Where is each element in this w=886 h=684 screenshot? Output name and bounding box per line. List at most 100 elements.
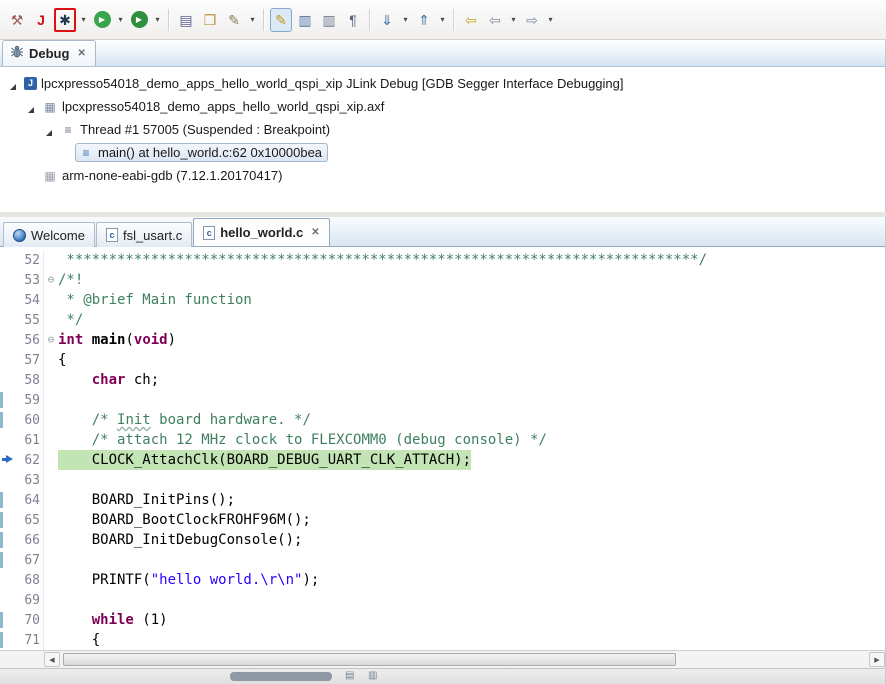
previous-annotation-dropdown[interactable]: ▾ (437, 8, 448, 32)
forward-icon[interactable]: ⇨ (521, 8, 543, 32)
code-text[interactable]: { (58, 630, 100, 650)
run-external-icon[interactable]: ▶ (128, 8, 150, 32)
code-text[interactable]: CLOCK_AttachClk(BOARD_DEBUG_UART_CLK_ATT… (58, 450, 471, 470)
link-editor-dropdown[interactable]: ▾ (247, 8, 258, 32)
code-line: 56⊖int main(void) (0, 330, 885, 350)
code-line: 62 CLOCK_AttachClk(BOARD_DEBUG_UART_CLK_… (0, 450, 885, 470)
debug-bug-icon[interactable]: ✱ (54, 8, 76, 32)
code-text[interactable]: { (58, 350, 66, 370)
tree-item-label: lpcxpresso54018_demo_apps_hello_world_qs… (62, 99, 384, 114)
fold-collapse-icon[interactable]: ⊖ (43, 330, 58, 350)
line-number: 67 (16, 553, 43, 568)
back-icon[interactable]: ⇦ (484, 8, 506, 32)
expander-icon[interactable] (24, 100, 37, 113)
fold-ruler (43, 430, 58, 450)
quickdiff-mark-icon (0, 612, 3, 628)
line-number: 61 (16, 433, 43, 448)
segger-tool-icon[interactable]: ⚒ (6, 8, 28, 32)
resume-dropdown[interactable]: ▾ (115, 8, 126, 32)
tab-welcome[interactable]: Welcome (3, 222, 95, 247)
annotation-ruler (0, 450, 16, 470)
line-number: 55 (16, 313, 43, 328)
debug-view-tabbar: Debug ✕ (0, 40, 885, 67)
expander-icon[interactable] (6, 77, 19, 90)
code-line: 70 while (1) (0, 610, 885, 630)
code-text[interactable]: int main(void) (58, 330, 176, 350)
fold-ruler (43, 610, 58, 630)
back-dropdown[interactable]: ▾ (508, 8, 519, 32)
code-editor[interactable]: 52 *************************************… (0, 247, 885, 650)
code-text[interactable]: ****************************************… (58, 250, 707, 270)
tab-hello-world-c[interactable]: chello_world.c✕ (193, 218, 329, 246)
last-edit-location-icon[interactable]: ⇦ (460, 8, 482, 32)
fold-collapse-icon[interactable]: ⊖ (43, 270, 58, 290)
tab-debug[interactable]: Debug ✕ (2, 40, 96, 66)
show-annotations-icon[interactable]: ▥ (294, 8, 316, 32)
close-icon[interactable]: ✕ (311, 227, 319, 238)
previous-annotation-icon[interactable]: ⇑ (413, 8, 435, 32)
code-line: 59 (0, 390, 885, 410)
show-whitespace-icon[interactable]: ¶ (342, 8, 364, 32)
horizontal-scrollbar[interactable]: ◀ ▶ (0, 650, 885, 668)
quickdiff-mark-icon (0, 492, 3, 508)
debug-tree-item[interactable]: ▦arm-none-eabi-gdb (7.12.1.20170417) (0, 164, 885, 187)
scroll-left-icon[interactable]: ◀ (44, 652, 60, 667)
panel-icon-2[interactable]: ▥ (368, 670, 377, 681)
fold-ruler (43, 510, 58, 530)
debug-tree-item[interactable]: ▦lpcxpresso54018_demo_apps_hello_world_q… (0, 95, 885, 118)
annotation-ruler (0, 310, 16, 330)
debug-tree-item[interactable]: Jlpcxpresso54018_demo_apps_hello_world_q… (0, 72, 885, 95)
globe-icon (13, 229, 26, 242)
code-text[interactable]: PRINTF("hello world.\r\n"); (58, 570, 319, 590)
debug-tree-item[interactable]: ≡main() at hello_world.c:62 0x10000bea (0, 141, 885, 164)
line-number: 53 (16, 273, 43, 288)
code-text[interactable]: /*! (58, 270, 83, 290)
editor-tabbar: Welcomecfsl_usart.cchello_world.c✕ (0, 217, 885, 247)
debug-dropdown[interactable]: ▾ (78, 8, 89, 32)
line-number: 63 (16, 473, 43, 488)
tab-label: fsl_usart.c (123, 228, 182, 243)
code-text[interactable]: while (1) (58, 610, 168, 630)
run-external-dropdown[interactable]: ▾ (152, 8, 163, 32)
code-line: 58 char ch; (0, 370, 885, 390)
resume-icon[interactable]: ▶ (91, 8, 113, 32)
annotation-ruler (0, 370, 16, 390)
scrollbar-thumb[interactable] (63, 653, 676, 666)
line-number: 52 (16, 253, 43, 268)
bottom-scrollbar-thumb[interactable] (230, 672, 332, 681)
code-text[interactable]: BOARD_BootClockFROHF96M(); (58, 510, 311, 530)
code-text[interactable]: * @brief Main function (58, 290, 252, 310)
toolbar-separator (168, 9, 170, 31)
line-number: 65 (16, 513, 43, 528)
annotation-ruler (0, 350, 16, 370)
code-line: 61 /* attach 12 MHz clock to FLEXCOMM0 (… (0, 430, 885, 450)
code-text[interactable]: BOARD_InitDebugConsole(); (58, 530, 302, 550)
next-annotation-icon[interactable]: ⇓ (376, 8, 398, 32)
mark-occurrences-icon[interactable]: ✎ (270, 8, 292, 32)
show-selected-element-icon[interactable]: ▥ (318, 8, 340, 32)
debug-tree-item[interactable]: ≡Thread #1 57005 (Suspended : Breakpoint… (0, 118, 885, 141)
link-editor-icon[interactable]: ✎ (223, 8, 245, 32)
expander-icon[interactable] (42, 123, 55, 136)
annotation-ruler (0, 390, 16, 410)
annotation-ruler (0, 250, 16, 270)
panel-icon-1[interactable]: ▤ (345, 670, 354, 681)
open-resource-icon[interactable]: ❒ (199, 8, 221, 32)
close-icon[interactable]: ✕ (77, 48, 85, 59)
forward-dropdown[interactable]: ▾ (545, 8, 556, 32)
annotation-ruler (0, 290, 16, 310)
scrollbar-track[interactable] (61, 652, 868, 667)
memory-monitor-icon[interactable]: ▤ (175, 8, 197, 32)
code-text[interactable]: */ (58, 310, 83, 330)
code-text[interactable]: char ch; (58, 370, 159, 390)
toolbar-separator (453, 9, 455, 31)
scroll-right-icon[interactable]: ▶ (869, 652, 885, 667)
tree-item-label: lpcxpresso54018_demo_apps_hello_world_qs… (41, 76, 624, 91)
fold-ruler (43, 470, 58, 490)
code-text[interactable]: BOARD_InitPins(); (58, 490, 235, 510)
next-annotation-dropdown[interactable]: ▾ (400, 8, 411, 32)
code-text[interactable]: /* Init board hardware. */ (58, 410, 311, 430)
code-text[interactable]: /* attach 12 MHz clock to FLEXCOMM0 (deb… (58, 430, 547, 450)
tab-fsl-usart-c[interactable]: cfsl_usart.c (96, 222, 192, 247)
jlink-flash-icon[interactable]: J (30, 8, 52, 32)
